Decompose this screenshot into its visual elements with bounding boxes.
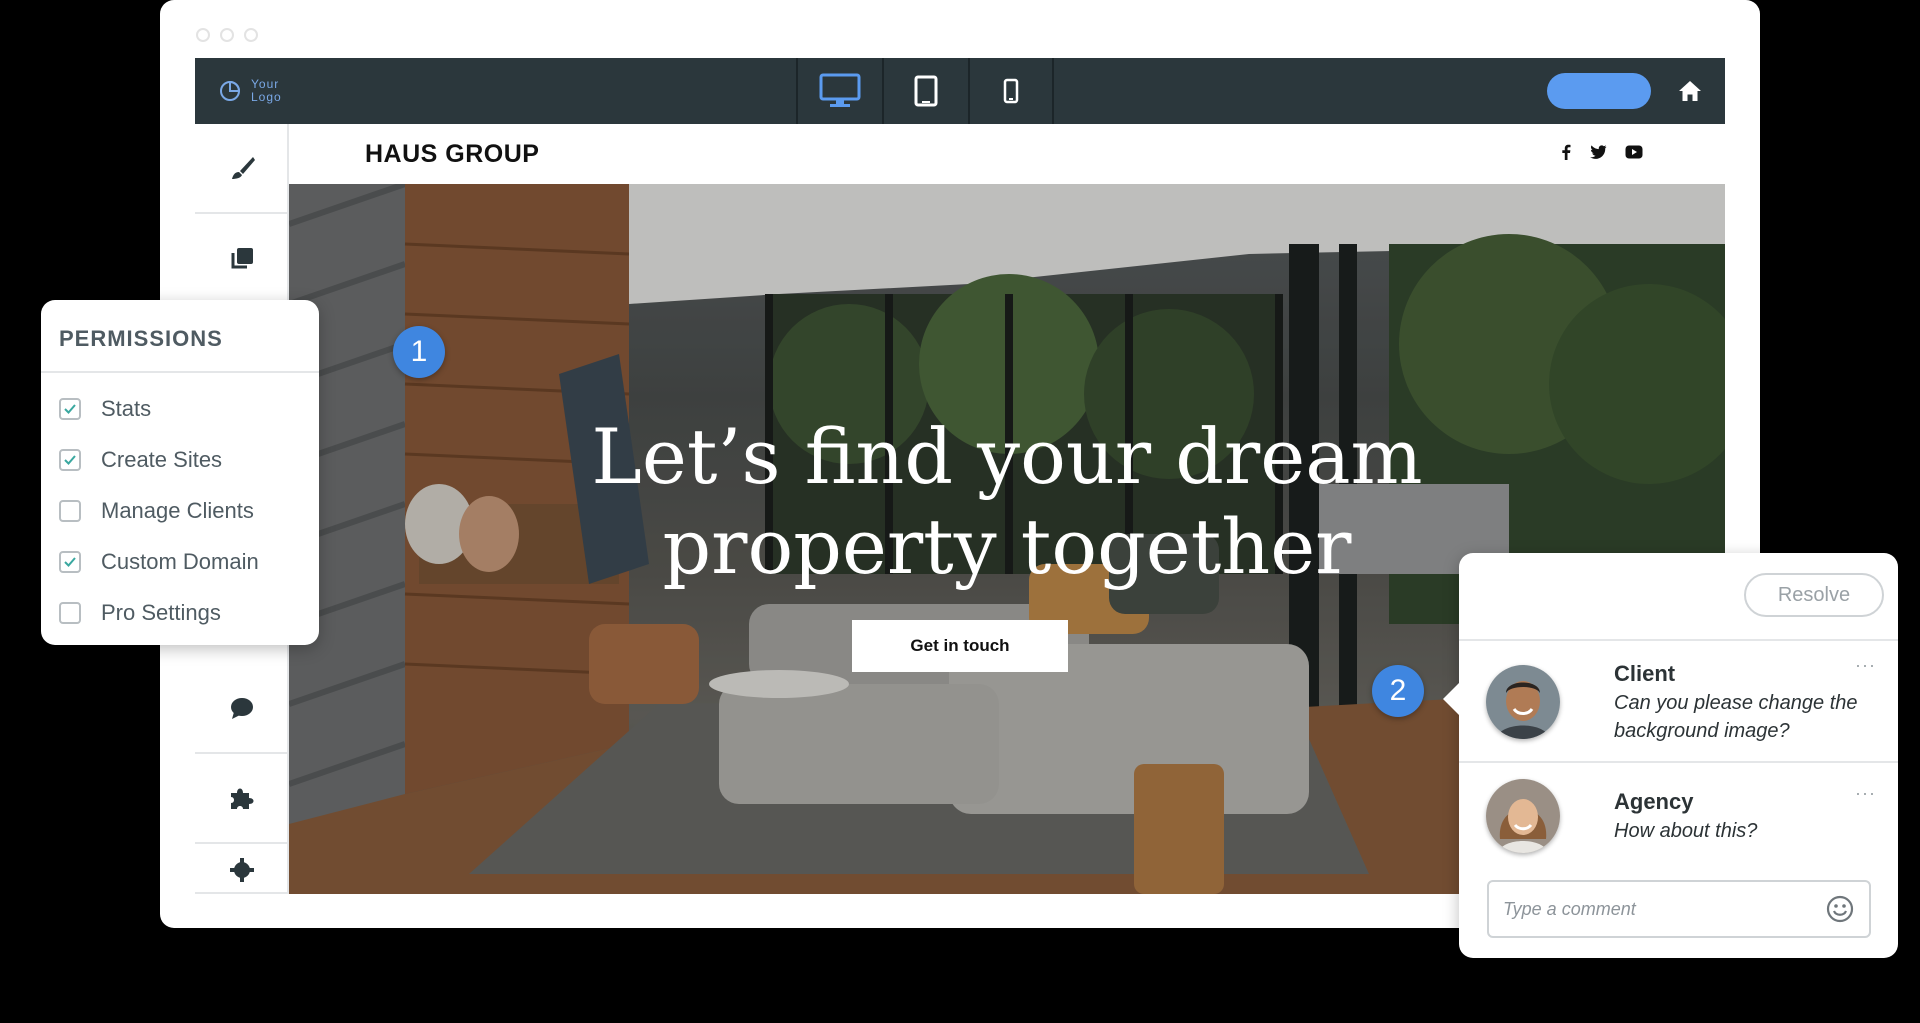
- device-mobile[interactable]: [968, 58, 1054, 124]
- hero-line-1: Let’s find your dream: [591, 412, 1423, 501]
- get-in-touch-button[interactable]: Get in touch: [852, 620, 1068, 672]
- comment-text: Can you please change the background ima…: [1614, 692, 1858, 742]
- device-switcher: [796, 58, 1054, 124]
- puzzle-icon: [231, 788, 254, 809]
- checkbox-checked[interactable]: [59, 448, 81, 471]
- editor-topbar: Your Logo: [195, 58, 1725, 124]
- mobile-icon: [1003, 78, 1019, 104]
- permission-label: Custom Domain: [101, 548, 259, 574]
- comment-item: Client Can you please change the backgro…: [1459, 639, 1898, 761]
- tool-comments[interactable]: [195, 664, 289, 754]
- permission-label: Stats: [101, 395, 152, 421]
- social-links: [1561, 144, 1643, 160]
- window-dot[interactable]: [220, 28, 234, 42]
- site-header: HAUS GROUP: [289, 124, 1725, 184]
- check-icon: [64, 454, 76, 465]
- avatar-agency: [1486, 779, 1560, 853]
- facebook-icon[interactable]: [1561, 144, 1571, 160]
- chat-icon: [231, 698, 253, 719]
- layers-icon: [231, 248, 253, 269]
- stage: Your Logo HAUS GROUP Let’s find your dre…: [0, 0, 1920, 1023]
- resolve-button[interactable]: Resolve: [1744, 573, 1884, 617]
- checkbox-checked[interactable]: [59, 397, 81, 420]
- permission-item[interactable]: Manage Clients: [41, 485, 319, 536]
- permissions-panel: PERMISSIONS Stats Create Sites Manage Cl…: [41, 300, 319, 645]
- tool-design[interactable]: [195, 124, 289, 214]
- checkbox-checked[interactable]: [59, 550, 81, 573]
- more-options-icon[interactable]: ···: [1855, 655, 1876, 676]
- logo[interactable]: Your Logo: [219, 78, 291, 104]
- emoji-icon[interactable]: [1826, 895, 1854, 923]
- avatar-client: [1486, 665, 1560, 739]
- brush-icon: [232, 157, 255, 179]
- comment-input[interactable]: [1487, 880, 1871, 938]
- window-dot[interactable]: [196, 28, 210, 42]
- comment-marker-1[interactable]: 1: [393, 326, 445, 378]
- tablet-icon: [914, 75, 938, 107]
- comment-item: Agency How about this? ···: [1459, 761, 1898, 871]
- twitter-icon[interactable]: [1589, 144, 1607, 160]
- site-brand[interactable]: HAUS GROUP: [365, 140, 539, 169]
- permission-label: Create Sites: [101, 446, 223, 472]
- logo-text: Your Logo: [251, 77, 282, 104]
- tool-settings[interactable]: [195, 844, 289, 894]
- device-desktop[interactable]: [796, 58, 882, 124]
- comment-author: Agency: [1614, 789, 1694, 814]
- permissions-title: PERMISSIONS: [41, 300, 319, 373]
- window-dot[interactable]: [244, 28, 258, 42]
- comment-author: Client: [1614, 661, 1676, 686]
- comment-panel: Resolve Client Can you please change the…: [1443, 553, 1898, 958]
- check-icon: [64, 556, 76, 567]
- tool-pages[interactable]: [195, 214, 289, 304]
- check-icon: [64, 403, 76, 414]
- tool-apps[interactable]: [195, 754, 289, 844]
- youtube-icon[interactable]: [1625, 145, 1643, 159]
- gear-icon: [230, 858, 254, 882]
- checkbox-unchecked[interactable]: [59, 601, 81, 624]
- permission-item[interactable]: Custom Domain: [41, 536, 319, 587]
- comment-text: How about this?: [1614, 820, 1758, 842]
- checkbox-unchecked[interactable]: [59, 499, 81, 522]
- permission-item[interactable]: Pro Settings: [41, 587, 319, 638]
- desktop-icon: [819, 73, 861, 107]
- device-tablet[interactable]: [882, 58, 968, 124]
- more-options-icon[interactable]: ···: [1855, 783, 1876, 804]
- permission-item[interactable]: Stats: [41, 383, 319, 434]
- permissions-list: Stats Create Sites Manage Clients Custom…: [41, 373, 319, 638]
- permission-label: Pro Settings: [101, 599, 221, 625]
- permission-label: Manage Clients: [101, 497, 254, 523]
- comment-marker-2[interactable]: 2: [1372, 665, 1424, 717]
- publish-button[interactable]: [1547, 73, 1651, 109]
- home-icon[interactable]: [1677, 78, 1703, 104]
- window-controls: [196, 28, 258, 42]
- logo-icon: [220, 80, 241, 101]
- permission-item[interactable]: Create Sites: [41, 434, 319, 485]
